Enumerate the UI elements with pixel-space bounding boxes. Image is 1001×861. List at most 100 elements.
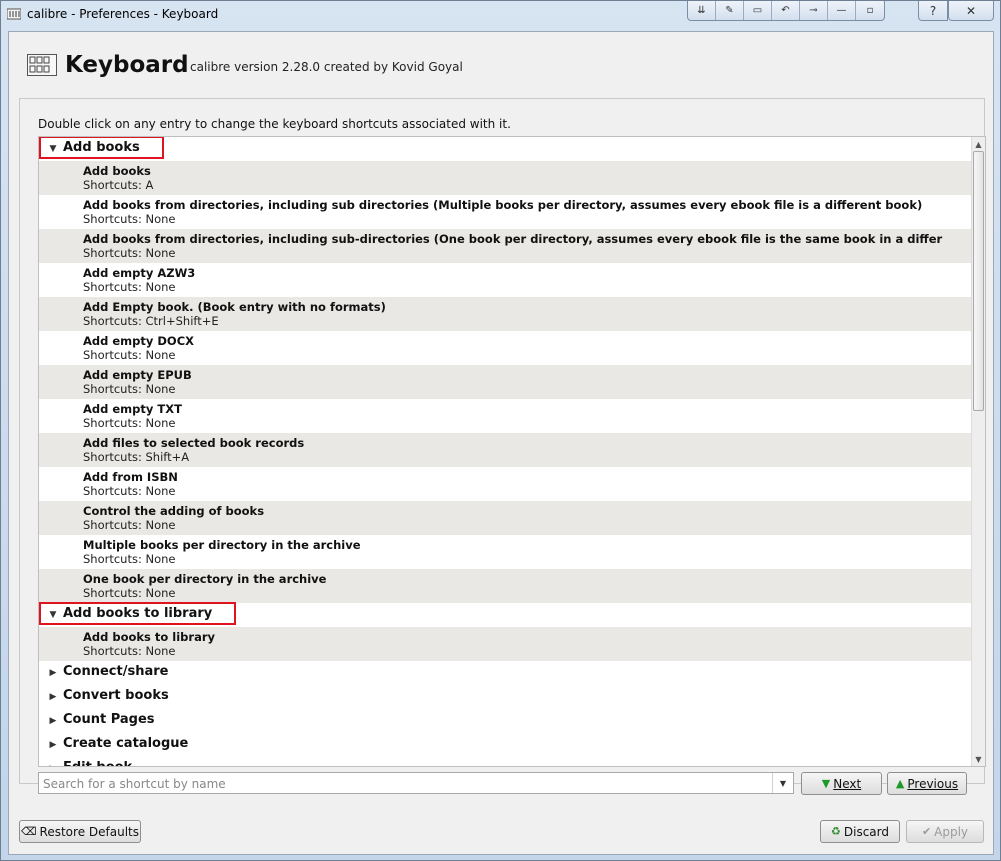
shortcut-keys: Shortcuts: None — [83, 416, 176, 430]
window-title: calibre - Preferences - Keyboard — [27, 7, 219, 21]
tree-category[interactable]: ▶ Create catalogue — [39, 733, 971, 757]
shortcut-name: One book per directory in the archive — [83, 572, 327, 586]
shortcut-keys: Shortcuts: None — [83, 382, 176, 396]
help-button[interactable]: ? — [918, 1, 948, 21]
tree-category[interactable]: ▶ Convert books — [39, 685, 971, 709]
shortcut-keys: Shortcuts: Ctrl+Shift+E — [83, 314, 219, 328]
shortcut-keys: Shortcuts: A — [83, 178, 154, 192]
shortcut-row[interactable]: Control the adding of books Shortcuts: No… — [39, 501, 971, 535]
shortcut-keys: Shortcuts: Shift+A — [83, 450, 190, 464]
shortcut-name: Add empty AZW3 — [83, 266, 196, 280]
page-title: Keyboard — [65, 52, 189, 78]
shortcut-row[interactable]: Add books Shortcuts: A — [39, 161, 971, 195]
tree-category-label: Connect/share — [63, 664, 169, 679]
shortcut-keys: Shortcuts: None — [83, 644, 176, 658]
keyboard-group: Double click on any entry to change the … — [19, 98, 986, 795]
shortcut-keys: Shortcuts: None — [83, 586, 176, 600]
shortcut-row[interactable]: One book per directory in the archive Sho… — [39, 569, 971, 603]
discard-button[interactable]: ♻ Discard — [820, 820, 900, 843]
arrow-down-icon: ▼ — [821, 777, 831, 790]
shortcut-keys: Shortcuts: None — [83, 348, 176, 362]
shortcut-name: Add books from directories, including su… — [83, 198, 923, 212]
shortcut-keys: Shortcuts: None — [83, 212, 176, 226]
shortcut-row[interactable]: Add files to selected book records Shortc… — [39, 433, 971, 467]
shortcut-row[interactable]: Add books from directories, including su… — [39, 195, 971, 229]
close-icon: ✕ — [965, 3, 977, 18]
pin-icon[interactable]: ⇊ — [688, 1, 716, 20]
minimize-icon[interactable]: — — [828, 1, 856, 20]
tree-category[interactable]: ▶ Edit book — [39, 757, 971, 766]
version-text: calibre version 2.28.0 created by Kovid … — [190, 60, 463, 74]
shortcut-name: Add books — [83, 164, 151, 178]
scroll-down-icon[interactable]: ▼ — [972, 752, 985, 766]
collapsed-arrow-icon[interactable]: ▶ — [47, 764, 59, 766]
undo-icon[interactable]: ↶ — [772, 1, 800, 20]
shortcut-row[interactable]: Add empty AZW3 Shortcuts: None — [39, 263, 971, 297]
tree-category[interactable]: ▼ Add books — [39, 137, 971, 161]
title-toolbar: ⇊ ✎ ▭ ↶ ⊸ — ▫ — [687, 1, 885, 21]
backspace-icon: ⌫ — [20, 825, 37, 838]
shortcut-search[interactable]: ▼ — [38, 772, 794, 794]
next-button[interactable]: ▼ Next — [801, 772, 882, 795]
scroll-thumb[interactable] — [973, 151, 984, 411]
scroll-up-icon[interactable]: ▲ — [972, 137, 985, 151]
shortcut-keys: Shortcuts: None — [83, 246, 176, 260]
collapsed-arrow-icon[interactable]: ▶ — [47, 668, 59, 678]
tree-category-label: Add books to library — [39, 602, 237, 625]
shortcut-keys: Shortcuts: None — [83, 280, 176, 294]
preferences-window: calibre - Preferences - Keyboard ⇊ ✎ ▭ ↶… — [0, 0, 1001, 861]
shortcut-row[interactable]: Add empty TXT Shortcuts: None — [39, 399, 971, 433]
calibre-app-icon — [7, 8, 21, 20]
checkmark-icon: ✔ — [921, 825, 932, 838]
shortcut-keys: Shortcuts: None — [83, 518, 176, 532]
close-button[interactable]: ✕ — [948, 1, 994, 21]
shortcut-row[interactable]: Add Empty book. (Book entry with no form… — [39, 297, 971, 331]
tree-category[interactable]: ▼ Add books to library — [39, 602, 971, 627]
shortcut-name: Add empty EPUB — [83, 368, 192, 382]
tree-category-label: Create catalogue — [63, 736, 189, 751]
shortcut-name: Add files to selected book records — [83, 436, 305, 450]
shortcut-tree[interactable]: ▼ Add books Add books Shortcuts: A Add books… — [38, 136, 986, 767]
connect-icon[interactable]: ⊸ — [800, 1, 828, 20]
shortcut-keys: Shortcuts: None — [83, 484, 176, 498]
shortcut-name: Add books to library — [83, 630, 216, 644]
tree-category[interactable]: ▶ Count Pages — [39, 709, 971, 733]
window-icon[interactable]: ▭ — [744, 1, 772, 20]
tree-category-label: Count Pages — [63, 712, 155, 727]
discard-label: Discard — [843, 824, 889, 839]
restore-icon[interactable]: ▫ — [856, 1, 884, 20]
shortcut-row[interactable]: Add books to library Shortcuts: None — [39, 627, 971, 661]
tree-category[interactable]: ▶ Connect/share — [39, 661, 971, 685]
previous-button[interactable]: ▲ Previous — [887, 772, 967, 795]
shortcut-keys: Shortcuts: None — [83, 552, 176, 566]
apply-label: Apply — [934, 824, 969, 839]
shortcut-name: Add from ISBN — [83, 470, 178, 484]
shortcut-row[interactable]: Add books from directories, including su… — [39, 229, 971, 263]
collapsed-arrow-icon[interactable]: ▶ — [47, 740, 59, 750]
shortcut-row[interactable]: Add empty EPUB Shortcuts: None — [39, 365, 971, 399]
title-bar[interactable]: calibre - Preferences - Keyboard ⇊ ✎ ▭ ↶… — [1, 1, 1000, 29]
shortcut-row[interactable]: Add from ISBN Shortcuts: None — [39, 467, 971, 501]
shortcut-name: Add empty TXT — [83, 402, 182, 416]
shortcut-row[interactable]: Add empty DOCX Shortcuts: None — [39, 331, 971, 365]
search-input[interactable] — [41, 774, 773, 794]
shortcut-tree-viewport: ▼ Add books Add books Shortcuts: A Add books… — [39, 137, 971, 766]
collapsed-arrow-icon[interactable]: ▶ — [47, 692, 59, 702]
help-icon: ? — [929, 3, 937, 18]
shortcut-name: Control the adding of books — [83, 504, 265, 518]
tools-icon[interactable]: ✎ — [716, 1, 744, 20]
recycle-icon: ♻ — [831, 825, 841, 838]
apply-button[interactable]: ✔ Apply — [906, 820, 984, 843]
shortcut-name: Add books from directories, including su… — [83, 232, 943, 246]
vertical-scrollbar[interactable]: ▲ ▼ — [971, 137, 985, 766]
shortcut-name: Add empty DOCX — [83, 334, 195, 348]
dialog-client-area: Keyboard calibre version 2.28.0 created … — [8, 31, 994, 855]
restore-defaults-button[interactable]: ⌫ Restore Defaults — [19, 820, 141, 843]
collapsed-arrow-icon[interactable]: ▶ — [47, 716, 59, 726]
chevron-down-icon[interactable]: ▼ — [772, 773, 793, 793]
tree-category-label: Convert books — [63, 688, 169, 703]
shortcut-row[interactable]: Multiple books per directory in the arch… — [39, 535, 971, 569]
tree-category-label: Edit book — [63, 760, 132, 766]
keyboard-icon — [27, 54, 57, 76]
next-button-label: Next — [833, 776, 862, 791]
